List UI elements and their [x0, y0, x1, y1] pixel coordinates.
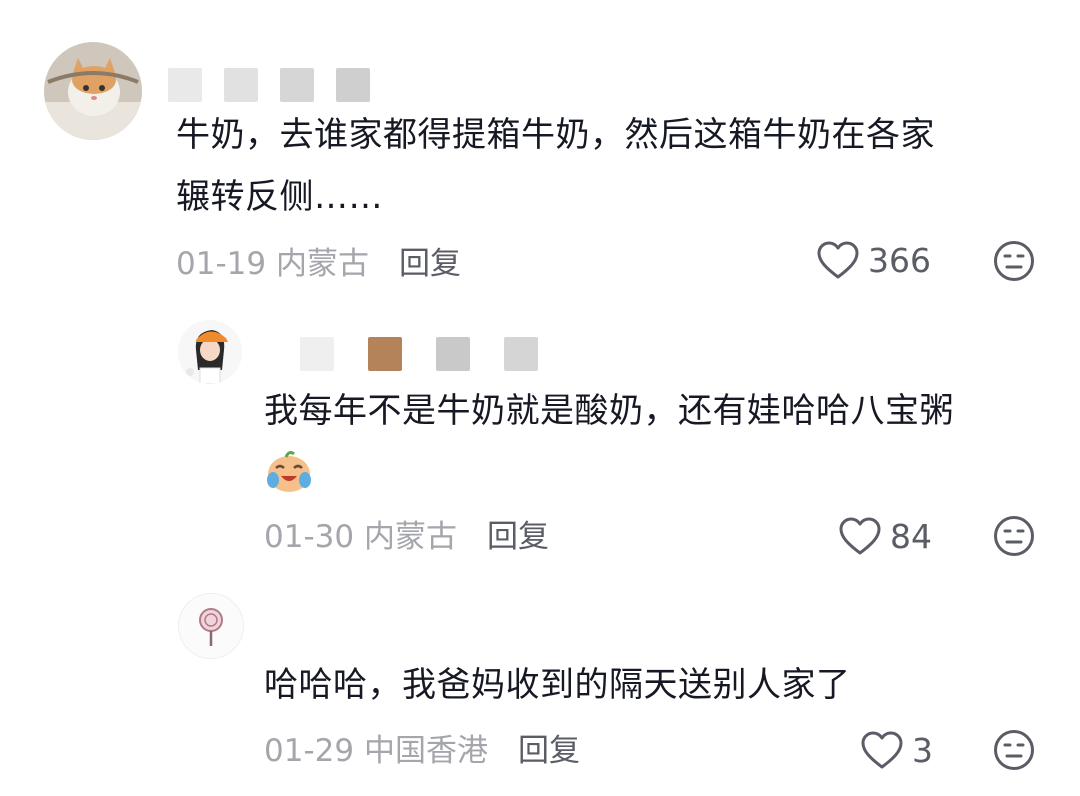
reply-button[interactable]: 回复 [487, 511, 549, 556]
crying-laughing-emoji [267, 451, 311, 492]
neutral-face-icon[interactable] [993, 729, 1035, 771]
girl-avatar-icon [178, 320, 242, 384]
comment-text: 我每年不是牛奶就是酸奶，还有娃哈哈八宝粥 [264, 391, 954, 431]
cat-avatar-icon [44, 42, 142, 140]
neutral-face-icon[interactable] [993, 240, 1035, 282]
reply-button[interactable]: 回复 [399, 238, 461, 283]
comment-meta: 01-19 内蒙古 回复 [176, 238, 461, 283]
reply-button[interactable]: 回复 [518, 725, 580, 770]
comment-text: 牛奶，去谁家都得提箱牛奶，然后这箱牛奶在各家 辗转反侧…… [176, 115, 935, 217]
avatar[interactable] [178, 320, 242, 384]
avatar[interactable] [178, 593, 244, 659]
like-count: 3 [912, 730, 933, 770]
lollipop-avatar-icon [179, 594, 243, 658]
like-button[interactable]: 3 [860, 728, 933, 772]
comment-date: 01-30 内蒙古 [264, 518, 457, 555]
heart-outline-icon [861, 731, 903, 769]
avatar[interactable] [44, 42, 142, 140]
comment-meta: 01-30 内蒙古 回复 [264, 511, 549, 556]
heart-outline-icon [817, 241, 859, 279]
comment-text: 哈哈哈，我爸妈收到的隔天送别人家了 [264, 665, 851, 705]
heart-outline-icon [839, 517, 881, 555]
comment-date: 01-19 内蒙古 [176, 245, 369, 282]
like-button[interactable]: 84 [838, 514, 932, 558]
like-count: 366 [868, 240, 931, 280]
comment-date: 01-29 中国香港 [264, 732, 488, 769]
like-button[interactable]: 366 [816, 238, 931, 282]
comment-meta: 01-29 中国香港 回复 [264, 725, 580, 770]
like-count: 84 [890, 516, 932, 556]
username-blurred[interactable] [300, 337, 538, 371]
neutral-face-icon[interactable] [993, 515, 1035, 557]
username-blurred[interactable] [168, 68, 370, 102]
